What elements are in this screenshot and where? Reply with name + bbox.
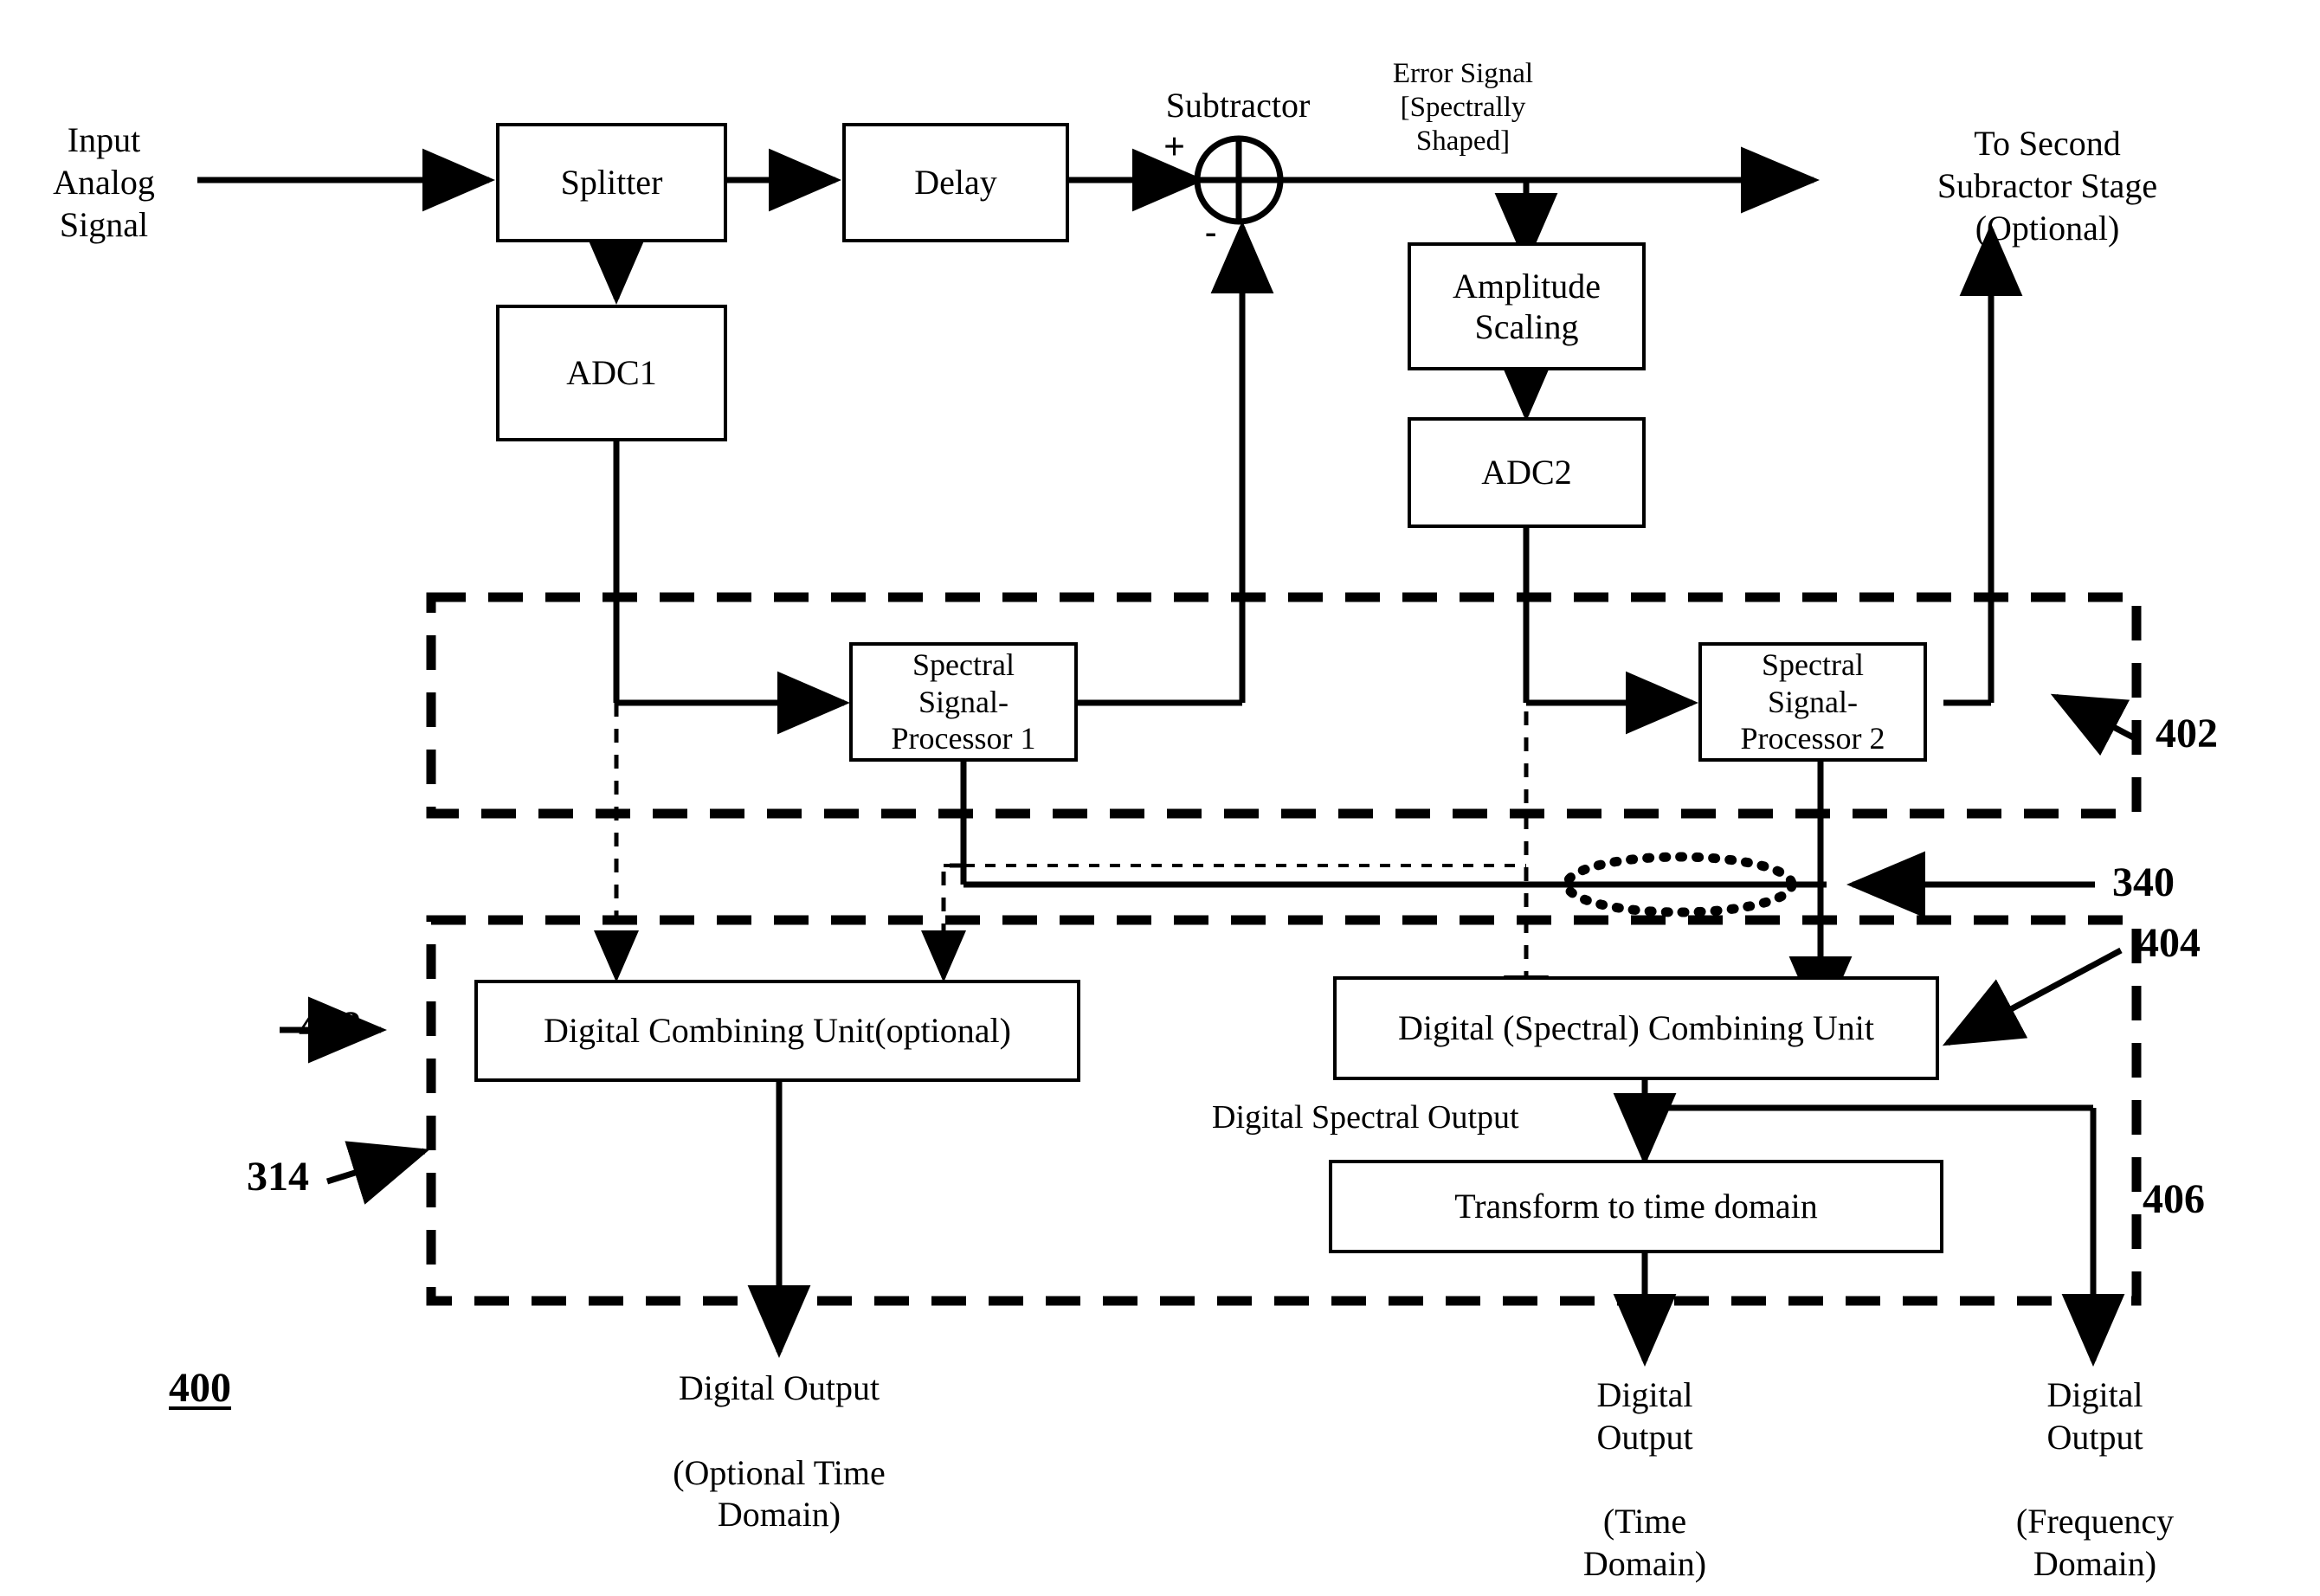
ref-408: 408 [299, 1003, 361, 1049]
block-spectral-signal-processor-1[interactable]: Spectral Signal- Processor 1 [849, 642, 1078, 762]
block-digital-combining-unit-optional-label: Digital Combining Unit(optional) [544, 1011, 1011, 1051]
block-spectral-signal-processor-2[interactable]: Spectral Signal- Processor 2 [1698, 642, 1927, 762]
leader-404 [1942, 947, 2123, 1046]
block-amplitude-scaling[interactable]: Amplitude Scaling [1408, 242, 1646, 370]
block-splitter-label: Splitter [560, 163, 663, 203]
label-output-optional-time-domain: Digital Output (Optional Time Domain) [673, 1368, 886, 1535]
figure-canvas: Splitter Delay ADC1 Amplitude Scaling AD… [0, 0, 2320, 1596]
label-plus-sign: + [1163, 125, 1186, 168]
ref-314: 314 [247, 1154, 309, 1200]
block-digital-spectral-combining-unit-label: Digital (Spectral) Combining Unit [1398, 1008, 1874, 1048]
ref-400-figure-number: 400 [169, 1365, 231, 1411]
block-digital-spectral-combining-unit[interactable]: Digital (Spectral) Combining Unit [1333, 976, 1939, 1080]
label-minus-sign: - [1205, 212, 1217, 251]
label-input-analog-signal: Input Analog Signal [53, 120, 155, 244]
label-to-second-subtractor-stage: To Second Subractor Stage (Optional) [1937, 124, 2158, 248]
label-output-frequency-domain: Digital Output (Frequency Domain) [2015, 1375, 2175, 1584]
ref-406: 406 [2143, 1176, 2205, 1222]
block-ssp2-label: Spectral Signal- Processor 2 [1740, 647, 1885, 756]
label-digital-spectral-output: Digital Spectral Output [1212, 1099, 1519, 1136]
block-amplitude-scaling-label: Amplitude Scaling [1452, 266, 1601, 346]
ref-404: 404 [2138, 920, 2201, 966]
label-output-time-domain: Digital Output (Time Domain) [1582, 1375, 1707, 1584]
label-error-signal: Error Signal [Spectrally Shaped] [1392, 58, 1534, 157]
block-adc2[interactable]: ADC2 [1408, 417, 1646, 528]
subtractor-symbol [1194, 135, 1284, 225]
leader-314 [325, 1141, 430, 1205]
block-transform-to-time-domain[interactable]: Transform to time domain [1329, 1160, 1943, 1253]
block-splitter[interactable]: Splitter [496, 123, 727, 242]
label-subtractor: Subtractor [1165, 86, 1311, 125]
block-delay-label: Delay [914, 163, 997, 203]
block-transform-to-time-domain-label: Transform to time domain [1454, 1187, 1818, 1226]
block-adc1-label: ADC1 [566, 353, 657, 393]
block-adc1[interactable]: ADC1 [496, 305, 727, 441]
block-adc2-label: ADC2 [1481, 453, 1572, 492]
ref-340: 340 [2112, 859, 2175, 905]
block-ssp1-label: Spectral Signal- Processor 1 [891, 647, 1036, 756]
block-delay[interactable]: Delay [842, 123, 1069, 242]
ref-402: 402 [2156, 711, 2218, 756]
block-digital-combining-unit-optional[interactable]: Digital Combining Unit(optional) [474, 980, 1080, 1082]
leader-402 [2050, 693, 2140, 756]
